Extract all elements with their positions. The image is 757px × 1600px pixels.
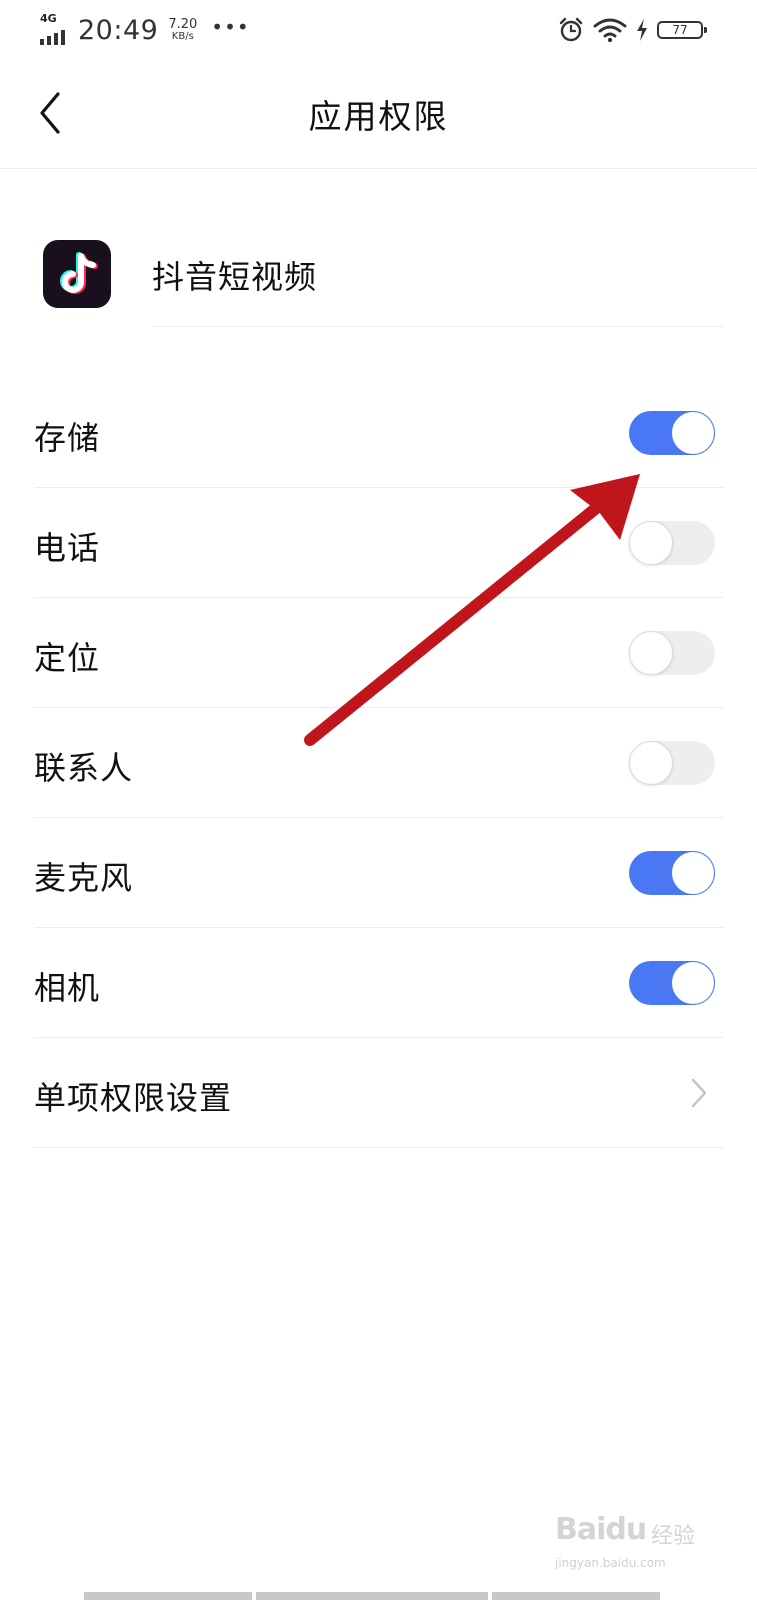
microphone-toggle[interactable] [629, 851, 715, 895]
battery-icon: 77 [657, 21, 707, 39]
more-notifications-icon: ••• [211, 15, 250, 39]
toggle-knob [671, 961, 715, 1005]
permission-row-location: 定位 [34, 598, 723, 708]
storage-toggle[interactable] [629, 411, 715, 455]
permission-row-camera: 相机 [34, 928, 723, 1038]
app-info-row: 抖音短视频 [0, 168, 757, 328]
toggle-knob [629, 631, 673, 675]
app-name: 抖音短视频 [152, 258, 318, 296]
permission-label: 相机 [34, 969, 101, 1007]
watermark-suffix: 经验 [651, 1524, 696, 1549]
charging-bolt-icon [637, 19, 647, 41]
permission-row-phone: 电话 [34, 488, 723, 598]
permission-label: 联系人 [34, 749, 134, 787]
watermark-brand: Baidu [555, 1512, 647, 1547]
baidu-watermark: Baidu 经验 jingyan.baidu.com [555, 1512, 705, 1582]
location-toggle[interactable] [629, 631, 715, 675]
chevron-right-icon [691, 1078, 707, 1108]
status-bar-left: 4G 20:49 7.20 KB/s ••• [40, 10, 250, 50]
permission-list: 存储 电话 定位 联系人 麦克风 相机 单项权限设置 [34, 378, 723, 1148]
page-header: 应用权限 [0, 60, 757, 169]
toggle-knob [671, 851, 715, 895]
permission-label: 定位 [34, 639, 101, 677]
permission-label: 电话 [34, 529, 101, 567]
watermark-url: jingyan.baidu.com [555, 1556, 666, 1570]
permission-row-storage: 存储 [34, 378, 723, 488]
permission-row-microphone: 麦克风 [34, 818, 723, 928]
permission-label: 麦克风 [34, 859, 134, 897]
signal-bars-icon [40, 30, 65, 45]
network-speed-unit: KB/s [171, 31, 194, 42]
tiktok-logo-icon [43, 240, 111, 308]
toggle-knob [671, 411, 715, 455]
network-speed-value: 7.20 [168, 17, 198, 32]
status-bar: 4G 20:49 7.20 KB/s ••• 77 [0, 0, 757, 60]
alarm-clock-icon [559, 17, 583, 42]
wifi-icon [593, 18, 627, 43]
permission-label: 存储 [34, 419, 101, 457]
divider [152, 326, 723, 327]
toggle-knob [629, 741, 673, 785]
camera-toggle[interactable] [629, 961, 715, 1005]
contacts-toggle[interactable] [629, 741, 715, 785]
network-speed: 7.20 KB/s [168, 18, 197, 42]
individual-permission-settings[interactable]: 单项权限设置 [34, 1038, 723, 1148]
signal-indicator: 4G [40, 13, 74, 47]
page-title: 应用权限 [308, 97, 449, 136]
individual-settings-label: 单项权限设置 [34, 1079, 233, 1117]
permission-row-contacts: 联系人 [34, 708, 723, 818]
status-bar-right: 77 [557, 14, 707, 46]
toggle-knob [629, 521, 673, 565]
network-type: 4G [40, 12, 57, 25]
phone-toggle[interactable] [629, 521, 715, 565]
status-time: 20:49 [78, 14, 159, 46]
navigation-bar[interactable] [84, 1592, 660, 1600]
